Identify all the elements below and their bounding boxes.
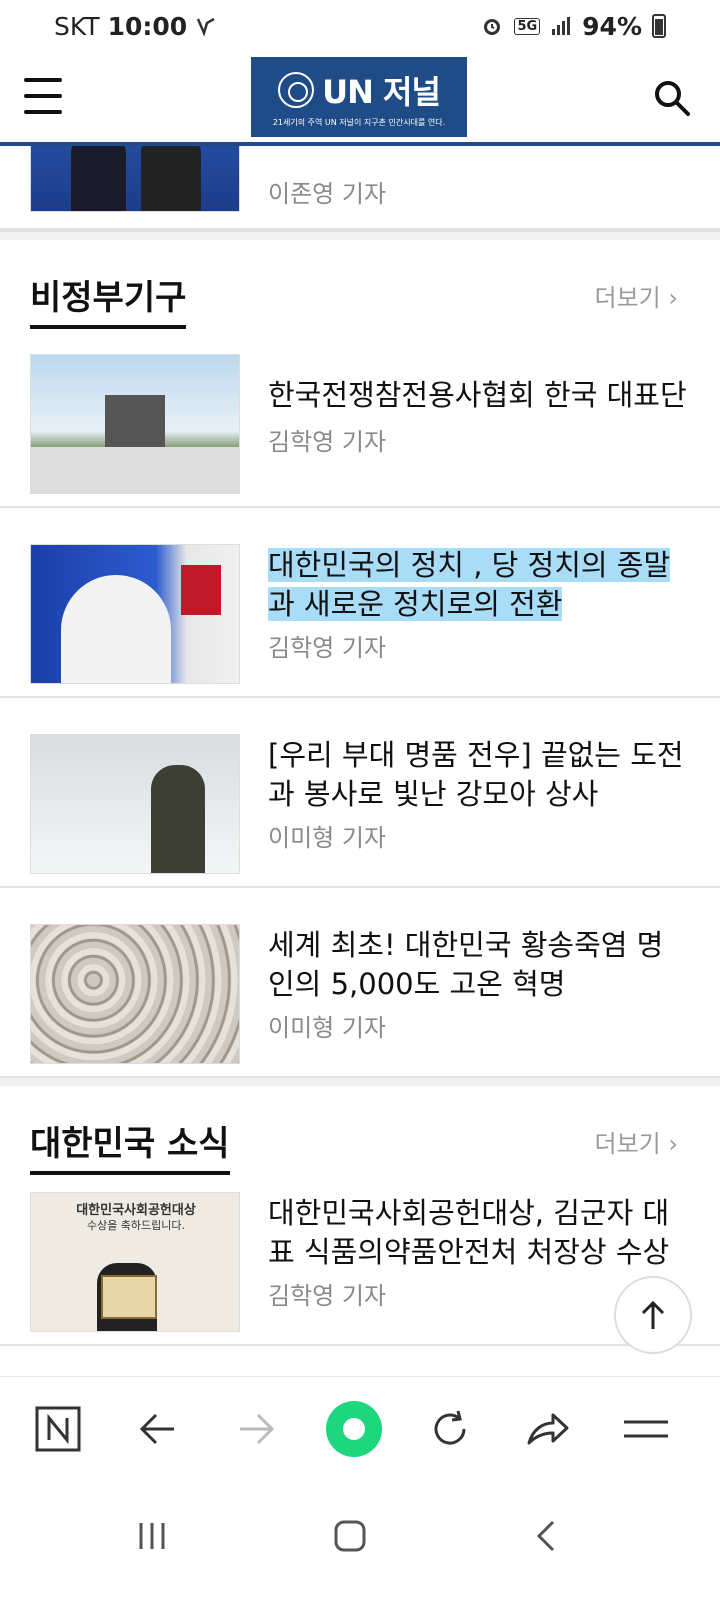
signal-icon: [552, 17, 571, 35]
status-bar: SKT 10:00 5G 94%: [0, 0, 720, 52]
list-item[interactable]: 한국전쟁참전용사협회 한국 대표단 김학영 기자: [0, 318, 720, 508]
list-item[interactable]: 이존영 기자: [0, 146, 720, 230]
content-area: 이존영 기자 비정부기구 더보기 › 한국전쟁참전용사협회 한국 대표단 김학영…: [0, 146, 720, 1376]
back-arrow-icon[interactable]: [128, 1399, 188, 1459]
thumb-banner-line1: 대한민국사회공헌대상: [76, 1203, 196, 1218]
carrier-label: SKT: [54, 11, 100, 41]
logo-tagline: 21세기의 주역 UN 저널이 지구촌 민간시대를 연다.: [272, 117, 446, 127]
more-link[interactable]: 더보기 ›: [595, 278, 678, 313]
article-author: 이존영 기자: [268, 180, 387, 208]
arrow-up-icon: [641, 1300, 665, 1329]
home-circle-icon[interactable]: [324, 1399, 384, 1459]
article-author: 김학영 기자: [268, 1282, 387, 1310]
article-author: 김학영 기자: [268, 634, 387, 662]
menu-lines-icon[interactable]: [616, 1399, 676, 1459]
article-thumbnail[interactable]: 대한민국사회공헌대상 수상을 축하드립니다.: [30, 1192, 240, 1332]
browser-toolbar: [0, 1376, 720, 1480]
un-emblem-icon: [278, 71, 315, 108]
hamburger-icon: [24, 78, 62, 82]
clock: 10:00: [107, 11, 188, 41]
article-author: 이미형 기자: [268, 824, 387, 852]
highlighted-title: 대한민국의 정치 , 당 정치의 종말과 새로운 정치로의 전환: [268, 548, 671, 621]
battery-percent: 94%: [582, 11, 642, 41]
article-title[interactable]: [우리 부대 명품 전우] 끝없는 도전과 봉사로 빛난 강모아 상사: [268, 736, 688, 814]
more-link[interactable]: 더보기 ›: [595, 1124, 678, 1159]
article-title[interactable]: 대한민국사회공헌대상, 김군자 대표 식품의약품안전처 처장상 수상: [268, 1194, 688, 1272]
article-author: 김학영 기자: [268, 428, 387, 456]
article-title[interactable]: 세계 최초! 대한민국 황송죽염 명인의 5,000도 고온 혁명: [268, 926, 688, 1004]
back-icon[interactable]: [518, 1506, 578, 1566]
section-divider: [0, 1076, 720, 1086]
article-author: 이미형 기자: [268, 1014, 387, 1042]
article-thumbnail[interactable]: [30, 544, 240, 684]
list-item[interactable]: 세계 최초! 대한민국 황송죽염 명인의 5,000도 고온 혁명 이미형 기자: [0, 888, 720, 1078]
list-item[interactable]: [우리 부대 명품 전우] 끝없는 도전과 봉사로 빛난 강모아 상사 이미형 …: [0, 698, 720, 888]
article-title[interactable]: 한국전쟁참전용사협회 한국 대표단: [268, 376, 688, 415]
section-divider: [0, 230, 720, 240]
site-logo[interactable]: UN 저널 21세기의 주역 UN 저널이 지구촌 민간시대를 연다.: [251, 57, 467, 137]
list-item[interactable]: 대한민국사회공헌대상 수상을 축하드립니다. 대한민국사회공헌대상, 김군자 대…: [0, 1156, 720, 1346]
share-icon[interactable]: [518, 1399, 578, 1459]
logo-name: UN 저널: [322, 72, 441, 111]
site-header: UN 저널 21세기의 주역 UN 저널이 지구촌 민간시대를 연다.: [0, 52, 720, 146]
scroll-top-button[interactable]: [614, 1276, 692, 1354]
article-thumbnail[interactable]: [30, 734, 240, 874]
recent-apps-icon[interactable]: [122, 1506, 182, 1566]
hamburger-menu-button[interactable]: [24, 78, 62, 114]
article-title[interactable]: 대한민국의 정치 , 당 정치의 종말과 새로운 정치로의 전환: [268, 546, 688, 624]
forward-arrow-icon: [226, 1399, 286, 1459]
article-thumbnail[interactable]: [30, 924, 240, 1064]
system-nav-bar: [0, 1480, 720, 1600]
network-type: 5G: [514, 17, 541, 35]
search-icon[interactable]: [652, 78, 692, 118]
data-saver-icon: [197, 17, 215, 37]
article-thumbnail[interactable]: [30, 354, 240, 494]
refresh-icon[interactable]: [420, 1399, 480, 1459]
thumb-banner-line2: 수상을 축하드립니다.: [86, 1219, 186, 1232]
list-item[interactable]: 대한민국의 정치 , 당 정치의 종말과 새로운 정치로의 전환 김학영 기자: [0, 508, 720, 698]
alarm-icon: [484, 19, 501, 35]
home-icon[interactable]: [320, 1506, 380, 1566]
battery-icon: [652, 14, 666, 38]
naver-n-icon[interactable]: [28, 1399, 88, 1459]
article-thumbnail[interactable]: [30, 146, 240, 212]
